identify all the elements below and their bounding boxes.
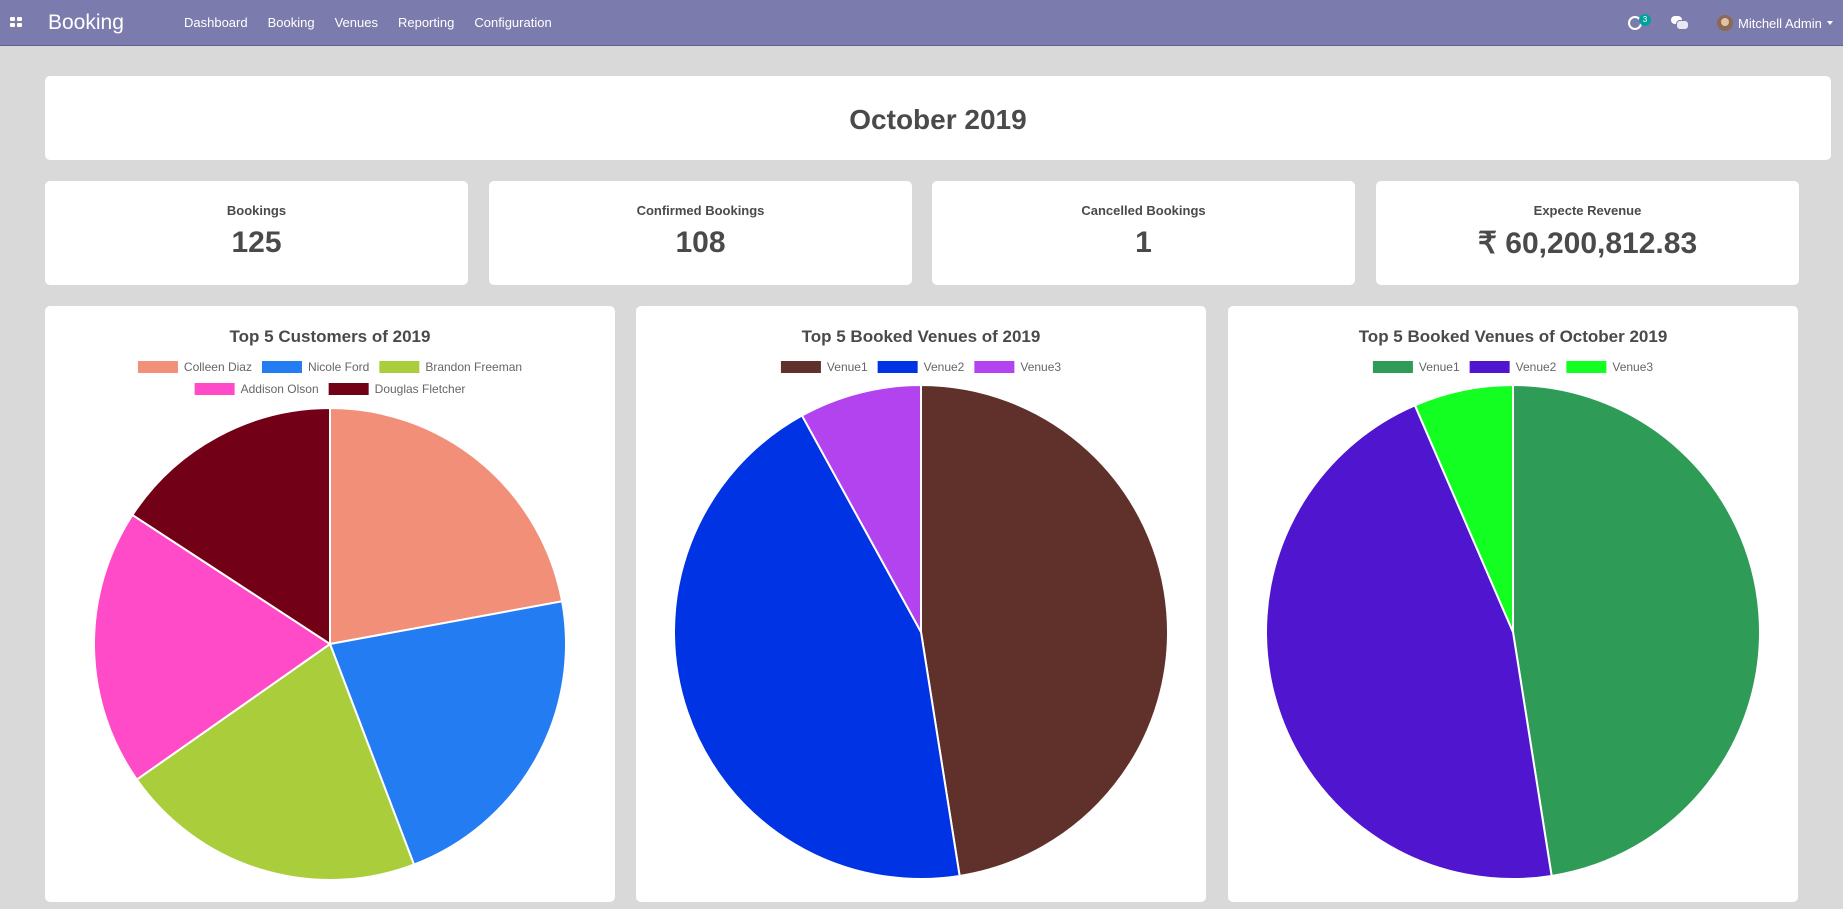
legend-swatch: [379, 361, 420, 373]
stat-label: Confirmed Bookings: [636, 203, 765, 218]
legend-swatch: [1566, 361, 1607, 373]
legend-label[interactable]: Nicole Ford: [308, 360, 369, 374]
legend-swatch: [137, 361, 178, 373]
legend-label[interactable]: Venue1: [1419, 360, 1460, 374]
chart-card-venues-october: Top 5 Booked Venues of October 2019 Venue…: [1228, 306, 1798, 902]
stat-value: 108: [675, 226, 726, 259]
legend-swatch: [261, 361, 302, 373]
legend-swatch: [877, 361, 918, 373]
chart-card-venues-2019: Top 5 Booked Venues of 2019 Venue1 Venue2 V…: [636, 306, 1206, 902]
legend-label[interactable]: Douglas Fletcher: [375, 382, 466, 396]
stat-value: 125: [231, 226, 282, 259]
stat-label: Cancelled Bookings: [1081, 203, 1206, 218]
legend-swatch: [974, 361, 1015, 373]
page-title: October 2019: [849, 104, 1027, 135]
chat-bubbles-icon[interactable]: [1671, 16, 1689, 30]
legend-label[interactable]: Venue3: [1612, 360, 1653, 374]
pie-chart-top-customers: Top 5 Customers of 2019 Colleen Diaz Nicol…: [93, 327, 567, 881]
legend-label[interactable]: Venue2: [1516, 360, 1557, 374]
chart-title: Top 5 Booked Venues of 2019: [802, 327, 1041, 346]
legend-label[interactable]: Colleen Diaz: [184, 360, 252, 374]
stat-card-cancelled: Cancelled Bookings 1: [932, 181, 1355, 285]
top-navbar: Booking Dashboard Booking Venues Reporti…: [0, 0, 1843, 46]
legend-label[interactable]: Brandon Freeman: [425, 360, 522, 374]
pie-slice[interactable]: [1512, 383, 1761, 878]
legend-label[interactable]: Addison Olson: [241, 382, 319, 396]
app-brand[interactable]: Booking: [48, 11, 124, 35]
pie-chart-venues-2019: Top 5 Booked Venues of 2019 Venue1 Venue2 V…: [673, 327, 1169, 880]
stat-value: ₹ 60,200,812.83: [1477, 227, 1698, 260]
chart-card-top-customers: Top 5 Customers of 2019 Colleen Diaz Nicol…: [45, 306, 615, 902]
title-card: October 2019: [45, 76, 1831, 160]
menu-booking[interactable]: Booking: [258, 0, 325, 46]
stat-card-bookings: Bookings 125: [45, 181, 468, 285]
menu-reporting[interactable]: Reporting: [388, 0, 464, 46]
stat-card-revenue: Expecte Revenue ₹ 60,200,812.83: [1376, 181, 1799, 285]
menu-venues[interactable]: Venues: [325, 0, 388, 46]
stat-card-confirmed: Confirmed Bookings 108: [489, 181, 912, 285]
pie-slice[interactable]: [920, 383, 1169, 878]
stat-label: Bookings: [226, 203, 287, 218]
chart-title: Top 5 Customers of 2019: [230, 327, 431, 346]
menu-dashboard[interactable]: Dashboard: [184, 0, 258, 46]
legend-label[interactable]: Venue2: [924, 360, 965, 374]
activity-clock-icon[interactable]: 3: [1628, 14, 1652, 34]
apps-menu-icon[interactable]: [10, 17, 22, 27]
chart-title: Top 5 Booked Venues of October 2019: [1359, 327, 1668, 346]
caret-down-icon: [1826, 21, 1833, 25]
main-menu: Dashboard Booking Venues Reporting Confi…: [184, 0, 562, 46]
stat-label: Expecte Revenue: [1533, 203, 1642, 218]
avatar: [1717, 15, 1733, 31]
legend-label[interactable]: Venue3: [1020, 360, 1061, 374]
legend-swatch: [328, 383, 369, 395]
user-menu[interactable]: Mitchell Admin: [1717, 0, 1833, 46]
stat-value: 1: [1135, 226, 1152, 259]
legend-swatch: [194, 383, 235, 395]
legend-swatch: [1469, 361, 1510, 373]
menu-configuration[interactable]: Configuration: [464, 0, 561, 46]
activity-count-badge: 3: [1639, 14, 1651, 26]
pie-chart-venues-october: Top 5 Booked Venues of October 2019 Venue…: [1265, 327, 1761, 880]
legend-swatch: [1372, 361, 1413, 373]
legend-label[interactable]: Venue1: [827, 360, 868, 374]
legend-swatch: [780, 361, 821, 373]
user-name: Mitchell Admin: [1738, 15, 1822, 31]
